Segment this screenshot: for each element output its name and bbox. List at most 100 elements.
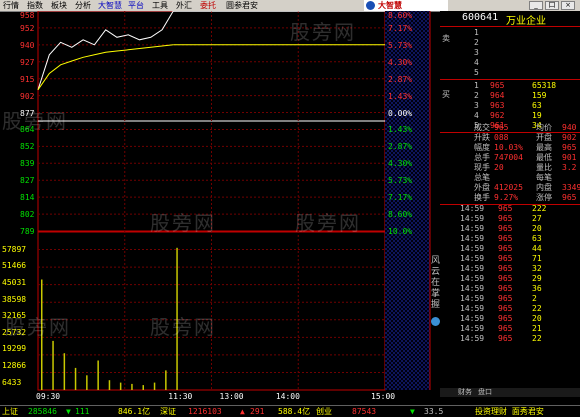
menu-item-platform[interactable]: 平台 bbox=[128, 0, 144, 11]
quote-cell: 14:59 bbox=[460, 244, 485, 253]
index2-arrow-icon: ▲ bbox=[240, 407, 245, 416]
volume-bar bbox=[63, 353, 66, 390]
volume-bar bbox=[119, 382, 122, 390]
price-tick-label: 958 bbox=[20, 11, 35, 20]
quote-cell: 902 bbox=[562, 133, 577, 142]
quote-cell: 22 bbox=[532, 334, 542, 343]
maximize-button[interactable]: 口 bbox=[545, 1, 559, 10]
percent-tick-label: 5.73% bbox=[388, 40, 413, 50]
percent-tick-label: 10.0% bbox=[388, 227, 413, 236]
index3-label[interactable]: 创业 bbox=[316, 406, 332, 417]
quote-cell: 量比 bbox=[536, 163, 552, 172]
quote-cell: 965 bbox=[498, 284, 513, 293]
stock-name: 万业企业 bbox=[506, 16, 546, 27]
percent-tick-label: 1.43% bbox=[388, 91, 413, 101]
quote-cell: 成交 bbox=[474, 123, 490, 132]
tab-orderbook[interactable]: 盘口 bbox=[478, 388, 492, 397]
volume-tick-label: 19299 bbox=[2, 344, 27, 354]
watermark-2: 股旁网 bbox=[150, 211, 216, 235]
menu-item-index[interactable]: 指数 bbox=[27, 0, 43, 11]
globe-icon[interactable] bbox=[431, 317, 440, 326]
close-button[interactable]: × bbox=[561, 1, 575, 10]
tick-row: 14:59 965 2 bbox=[440, 294, 580, 304]
menu-item-dzh[interactable]: 大智慧 bbox=[98, 0, 122, 11]
quote-cell: 22 bbox=[532, 304, 542, 313]
price-tick-label: 839 bbox=[20, 159, 35, 169]
percent-tick-label: 7.17% bbox=[388, 23, 413, 33]
quote-cell: 334979 bbox=[562, 183, 580, 192]
menu-item-forex[interactable]: 外汇 bbox=[176, 0, 192, 11]
percent-tick-label: 2.87% bbox=[388, 74, 413, 84]
watermark-1: 股旁网 bbox=[2, 109, 68, 133]
quote-cell: 均价 bbox=[536, 123, 552, 132]
percent-tick-label: 5.73% bbox=[388, 176, 413, 186]
bottom-tabs: 财务 盘口 bbox=[440, 388, 580, 397]
quote-cell: 21 bbox=[532, 324, 542, 333]
tick-row: 14:59 965 222 bbox=[440, 204, 580, 214]
quote-cell: 幅度 bbox=[474, 143, 490, 152]
quote-cell: 14:59 bbox=[460, 284, 485, 293]
quote-cell: 14:59 bbox=[460, 254, 485, 263]
price-tick-label: 902 bbox=[20, 91, 35, 101]
header-divider bbox=[440, 26, 580, 27]
ask-row: 5 bbox=[440, 68, 580, 78]
logo-text: 大智慧 bbox=[378, 1, 402, 10]
volume-bar bbox=[97, 360, 99, 390]
time-tick-label: 14:00 bbox=[275, 392, 300, 401]
percent-tick-label: 0.00% bbox=[388, 108, 413, 118]
ask-row: 4 bbox=[440, 58, 580, 68]
menu-item-analysis[interactable]: 分析 bbox=[75, 0, 91, 11]
quote-cell: 14:59 bbox=[460, 294, 485, 303]
stat-row: 成交 965 均价 940 bbox=[440, 123, 580, 133]
quote-cell: 14:59 bbox=[460, 204, 485, 213]
status-bar: 上证 285846 ▼ 111 846.1亿 深证 1216103 ▲ 291 … bbox=[0, 405, 580, 417]
quote-cell: 159 bbox=[532, 91, 547, 100]
time-tick-label: 13:00 bbox=[219, 392, 244, 401]
status-right-text[interactable]: 投资理财 面秀君安 bbox=[475, 406, 544, 417]
volume-bar bbox=[165, 370, 167, 390]
quote-cell: 965 bbox=[498, 264, 513, 273]
tab-finance[interactable]: 财务 bbox=[458, 388, 472, 397]
tick-row: 14:59 965 63 bbox=[440, 234, 580, 244]
volume-bar bbox=[74, 367, 77, 390]
menu-item-broker[interactable]: 圆参君安 bbox=[226, 0, 258, 11]
chart-grid bbox=[38, 11, 430, 390]
price-tick-label: 940 bbox=[20, 40, 35, 50]
quote-cell: 965 bbox=[498, 204, 513, 213]
tick-row: 14:59 965 71 bbox=[440, 254, 580, 264]
quote-cell: 965 bbox=[494, 123, 509, 132]
quote-cell: 总手 bbox=[474, 153, 490, 162]
intraday-chart[interactable]: 958 952 940 927 915 902 877 864 852 839 827 814 802 7… bbox=[0, 11, 440, 405]
quote-cell: 2 bbox=[474, 91, 479, 100]
minimize-button[interactable]: _ bbox=[529, 1, 543, 10]
quote-cell: 71 bbox=[532, 254, 542, 263]
index1-label[interactable]: 上证 bbox=[2, 406, 18, 417]
stock-code[interactable]: 600641 bbox=[462, 12, 498, 23]
menu-item-quotes[interactable]: 行情 bbox=[3, 0, 19, 11]
quote-cell: 965 bbox=[490, 81, 505, 90]
bid-row: 1 965 65318 bbox=[440, 81, 580, 91]
bid-row: 2 964 159 bbox=[440, 91, 580, 101]
quote-cell: 965 bbox=[498, 324, 513, 333]
index1-change: 111 bbox=[75, 407, 90, 416]
quote-cell: 940 bbox=[562, 123, 577, 132]
price-tick-label: 915 bbox=[20, 74, 35, 84]
menu-item-sector[interactable]: 板块 bbox=[51, 0, 67, 11]
bid-row: 3 963 63 bbox=[440, 101, 580, 111]
quote-cell: 29 bbox=[532, 274, 542, 283]
menu-item-tools[interactable]: 工具 bbox=[152, 0, 168, 11]
quote-cell: 962 bbox=[490, 111, 505, 120]
volume-bar bbox=[108, 380, 111, 390]
quote-cell: 747004 bbox=[494, 153, 523, 162]
index3-arrow-icon: ▼ bbox=[410, 407, 415, 416]
quote-cell: 5 bbox=[474, 68, 479, 77]
index2-label[interactable]: 深证 bbox=[160, 406, 176, 417]
menu-item-trade[interactable]: 委托 bbox=[200, 0, 216, 11]
quote-cell: 965 bbox=[498, 224, 513, 233]
watermark-6: 股旁网 bbox=[295, 211, 361, 235]
watermark-3: 股旁网 bbox=[290, 20, 356, 44]
quote-cell: 965 bbox=[498, 274, 513, 283]
tick-row: 14:59 965 29 bbox=[440, 274, 580, 284]
stat-row: 现手 20 量比 3.2 bbox=[440, 163, 580, 173]
quote-cell: 10.03% bbox=[494, 143, 523, 152]
